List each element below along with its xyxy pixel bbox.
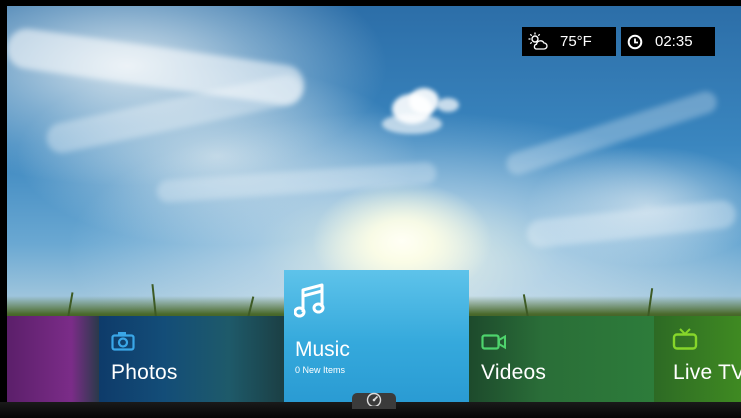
cloud-streak: [503, 88, 720, 178]
home-screen: 75°F 02:35 Photos Videos Live TV Music 0…: [0, 0, 741, 418]
menu-item-photos[interactable]: Photos: [99, 316, 284, 402]
menu-item-sublabel: 0 New Items: [295, 365, 346, 375]
cloud: [437, 98, 459, 112]
weather-widget: 75°F: [522, 27, 616, 56]
menu-item-label: Photos: [111, 361, 178, 384]
clock-widget: 02:35: [621, 27, 715, 56]
music-note-icon: [293, 282, 326, 325]
cloud-streak: [156, 161, 438, 203]
menu-item-music[interactable]: Music 0 New Items: [284, 270, 469, 402]
cloud: [382, 114, 442, 134]
menu-item-label: Live TV: [673, 361, 741, 384]
cloud-streak: [525, 199, 738, 249]
menu-item-label: Music: [295, 338, 350, 361]
cloud: [409, 88, 439, 114]
menu-item-videos[interactable]: Videos: [469, 316, 654, 402]
time-value: 02:35: [655, 33, 693, 50]
camera-icon: [111, 331, 135, 356]
dashboard-button[interactable]: [352, 392, 396, 411]
menu-item-label: Videos: [481, 361, 547, 384]
video-camera-icon: [481, 333, 507, 356]
temperature-value: 75°F: [560, 33, 592, 50]
partly-cloudy-sun-icon: [528, 32, 548, 52]
menu-item-previous[interactable]: [7, 316, 99, 402]
dashboard-gauge-icon: [365, 392, 383, 411]
menu-item-live-tv[interactable]: Live TV: [654, 316, 741, 402]
tv-icon: [672, 326, 698, 357]
clock-icon: [627, 34, 643, 50]
